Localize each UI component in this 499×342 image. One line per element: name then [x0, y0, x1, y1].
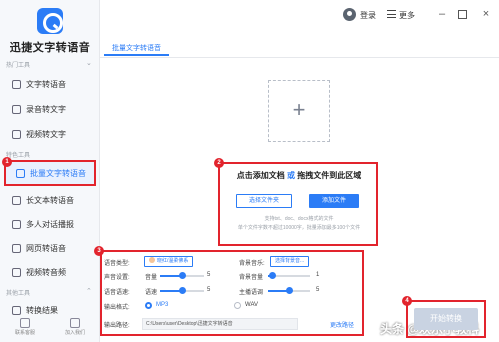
long-text-icon	[12, 195, 21, 205]
upload-title-or: 或	[287, 171, 295, 180]
topbar: 登录 更多 – ×	[100, 0, 499, 34]
speed-value: 5	[207, 287, 211, 293]
sidebar-item-video-to-audio[interactable]: 视频转音频	[12, 264, 96, 280]
bg-music-label: 背景音乐:	[239, 261, 265, 267]
login-link[interactable]: 登录	[360, 10, 376, 21]
document-icon	[12, 79, 21, 89]
app-logo-icon	[37, 8, 63, 34]
section-label-hot: 热门工具	[6, 63, 31, 69]
speech-speed-label: 语音语速:	[104, 290, 130, 296]
pitch-value: 5	[316, 287, 320, 293]
results-icon	[12, 305, 21, 315]
format-mp3-label[interactable]: MP3	[156, 302, 168, 308]
video-icon	[12, 129, 21, 139]
sidebar-item-label: 网页转语音	[26, 243, 66, 253]
voice-type-value: 晓红/温柔佛系	[157, 258, 189, 264]
volume-slider-handle[interactable]	[178, 272, 186, 279]
tab-batch-tts[interactable]: 批量文字转语音	[104, 42, 169, 56]
upload-title-drag: 拖拽文件到此区域	[297, 171, 362, 180]
format-wav-radio[interactable]	[234, 302, 241, 309]
pitch-label: 主播语调	[239, 290, 264, 296]
bg-music-select[interactable]: 选择背景音...	[270, 256, 310, 267]
bg-volume-slider-handle[interactable]	[268, 272, 276, 279]
volume-value: 5	[207, 272, 211, 278]
bg-volume-label: 背景音量	[239, 275, 264, 281]
sidebar-item-label: 批量文字转语音	[30, 168, 86, 178]
upload-dropzone[interactable]: +	[268, 80, 330, 142]
sidebar-item-dialogue[interactable]: 多人对话播报	[12, 216, 96, 232]
speed-slider[interactable]	[160, 287, 204, 294]
sidebar-item-label: 长文本转语音	[26, 195, 74, 205]
app-title: 迅捷文字转语音	[9, 42, 91, 54]
change-path-button[interactable]: 更改路径	[330, 320, 354, 329]
sidebar: 迅捷文字转语音 热门工具 ⌄ 文字转语音 录音转文字 视频转文字 特色工具 批量…	[0, 0, 100, 342]
join-us-button[interactable]: 加入我们	[65, 318, 85, 336]
people-icon	[12, 219, 21, 229]
start-convert-button[interactable]: 开始转换	[414, 308, 478, 330]
sidebar-item-text-to-speech[interactable]: 文字转语音	[12, 76, 96, 92]
voice-type-label: 语音类型:	[104, 261, 130, 267]
format-wav-label[interactable]: WAV	[245, 302, 258, 308]
pitch-slider[interactable]	[268, 287, 310, 294]
sidebar-item-label: 视频转文字	[26, 129, 66, 139]
voice-type-select[interactable]: 晓红/温柔佛系	[144, 256, 194, 267]
batch-document-icon	[16, 168, 25, 178]
bg-volume-value: 1	[316, 272, 320, 278]
maximize-icon[interactable]	[458, 10, 467, 19]
sidebar-item-batch-tts[interactable]: 批量文字转语音	[4, 160, 96, 186]
upload-hint-limits: 单个文件字数不超过10000字，批量添加最多100个文件	[237, 225, 361, 231]
select-folder-button[interactable]: 选择文件夹	[236, 194, 292, 208]
contact-support-label: 联系客服	[14, 330, 35, 336]
user-avatar-icon[interactable]	[343, 8, 356, 21]
contact-support-button[interactable]: 联系客服	[15, 318, 35, 336]
close-icon[interactable]: ×	[480, 8, 492, 20]
upload-hint-formats: 支持txt、doc、docx格式的文件	[264, 216, 334, 222]
output-format-label: 输出格式:	[104, 305, 130, 311]
more-link[interactable]: 更多	[399, 10, 415, 21]
pitch-slider-handle[interactable]	[285, 287, 293, 294]
add-file-button[interactable]: 添加文件	[309, 194, 359, 208]
sound-settings-label: 声音设置:	[104, 275, 130, 281]
sidebar-item-record-to-text[interactable]: 录音转文字	[12, 101, 96, 117]
step-badge-4: 4	[402, 296, 412, 306]
speed-slider-handle[interactable]	[178, 287, 186, 294]
recorder-icon	[12, 104, 21, 114]
sidebar-item-long-text-tts[interactable]: 长文本转语音	[12, 192, 96, 208]
format-mp3-radio[interactable]	[145, 302, 152, 309]
sidebar-item-results[interactable]: 转换结果	[12, 302, 96, 318]
headset-icon	[19, 318, 30, 328]
sidebar-item-web-to-speech[interactable]: 网页转语音	[12, 240, 96, 256]
menu-icon[interactable]	[387, 10, 396, 18]
speed-sub-label: 语速	[145, 290, 158, 296]
chevron-up-icon[interactable]: ⌃	[86, 287, 92, 295]
volume-slider[interactable]	[160, 272, 204, 279]
tab-divider	[100, 57, 499, 58]
output-path-field[interactable]: C:\Users\user\Desktop\迅捷文字转语音	[142, 318, 298, 330]
video-audio-icon	[12, 267, 21, 277]
section-label-other: 其他工具	[6, 291, 31, 297]
minimize-icon[interactable]: –	[436, 8, 448, 20]
sidebar-item-label: 录音转文字	[26, 104, 66, 114]
sidebar-item-label: 文字转语音	[26, 79, 66, 89]
voice-avatar-icon	[149, 257, 155, 263]
step-badge-2: 2	[214, 158, 224, 168]
group-icon	[69, 318, 80, 328]
join-us-label: 加入我们	[64, 330, 85, 336]
chevron-down-icon[interactable]: ⌄	[86, 59, 92, 67]
volume-label: 音量	[145, 275, 158, 281]
sidebar-item-label: 转换结果	[26, 305, 58, 315]
step-badge-3: 3	[94, 246, 104, 256]
web-page-icon	[12, 243, 21, 253]
sidebar-item-video-to-text[interactable]: 视频转文字	[12, 126, 96, 142]
sidebar-bottom-actions: 联系客服 加入我们	[0, 318, 100, 336]
bg-volume-slider[interactable]	[268, 272, 310, 279]
sidebar-item-label: 多人对话播报	[26, 219, 74, 229]
upload-instructions: 点击添加文档 或 拖拽文件到此区域	[224, 170, 374, 181]
plus-icon: +	[292, 97, 306, 122]
step-badge-1: 1	[2, 157, 12, 167]
sidebar-item-label: 视频转音频	[26, 267, 66, 277]
upload-title-click: 点击添加文档	[236, 171, 285, 180]
output-path-label: 输出路径:	[104, 323, 130, 329]
app-branding: 迅捷文字转语音	[0, 8, 100, 55]
